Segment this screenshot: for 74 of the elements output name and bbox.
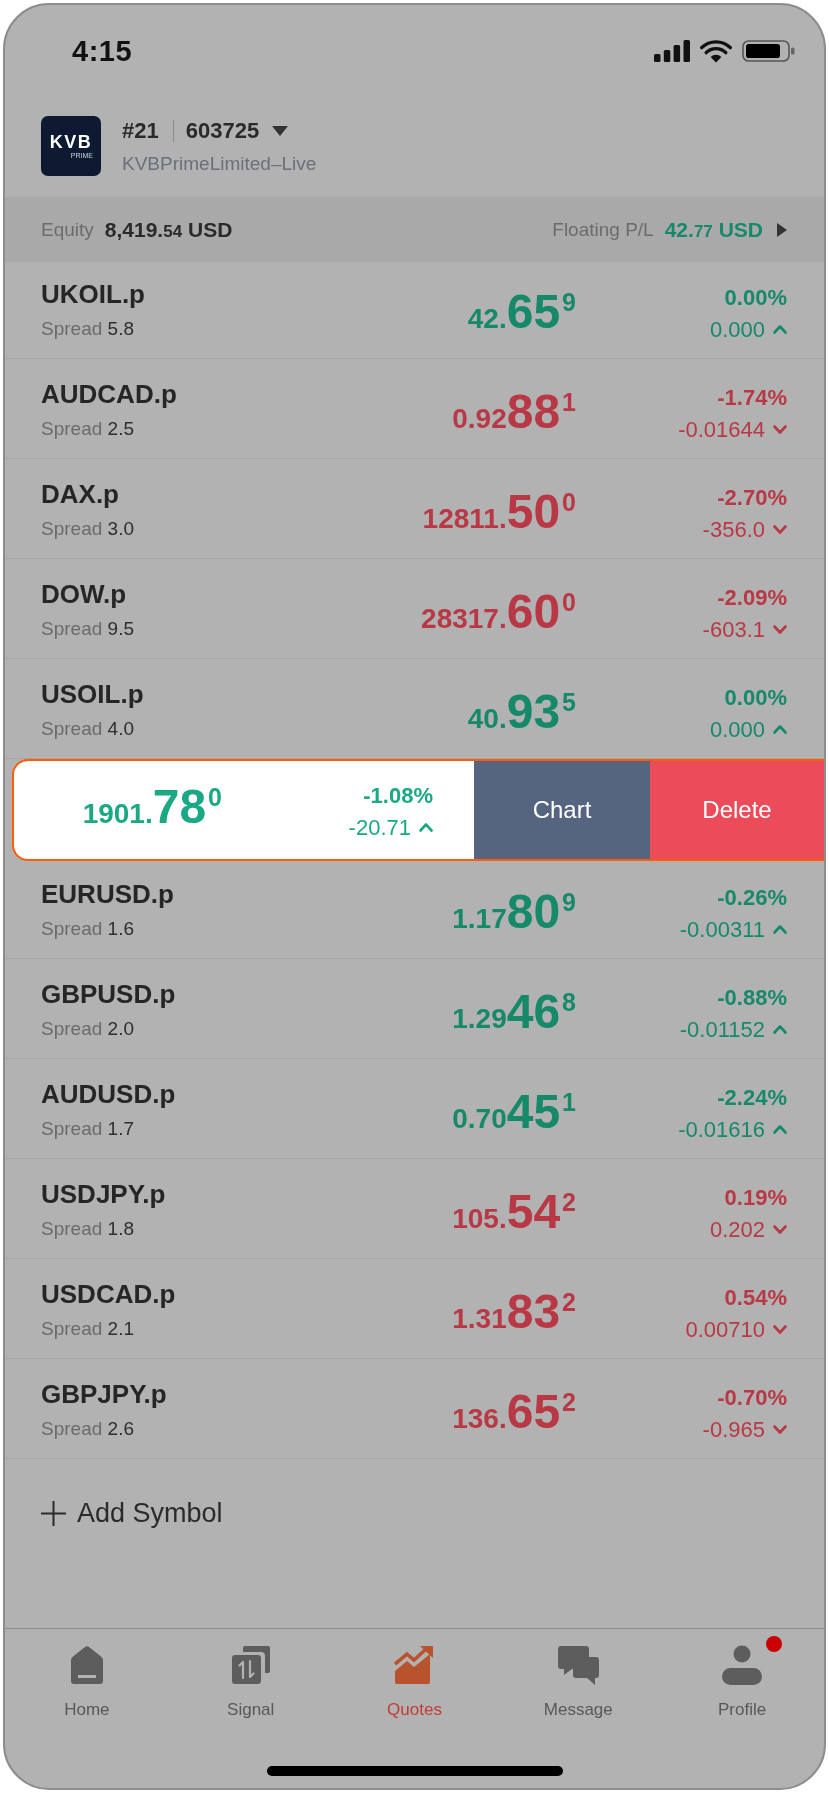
symbol-name: EURUSD.p xyxy=(41,879,174,909)
symbol-name: DAX.p xyxy=(41,479,119,509)
change-percent: 0.00% xyxy=(724,284,787,312)
spread-text: Spread 5.8 xyxy=(41,317,134,341)
chat-bubbles-icon xyxy=(557,1645,599,1685)
change-value: -603.1 xyxy=(702,616,765,644)
floating-pl-value: 42.77 USD xyxy=(664,217,763,242)
spread-text: Spread 2.1 xyxy=(41,1317,134,1341)
chart-button[interactable]: Chart xyxy=(474,761,650,859)
change-percent: 0.00% xyxy=(724,684,787,712)
person-icon xyxy=(722,1645,763,1685)
tab-bar-item[interactable]: Signal xyxy=(219,1645,283,1721)
account-login: 603725 xyxy=(185,117,260,144)
tab-bar-item[interactable]: Home xyxy=(56,1645,118,1721)
change-percent: -0.70% xyxy=(717,1384,787,1412)
symbol-name: DOW.p xyxy=(41,579,127,609)
symbol-name: USDJPY.p xyxy=(41,1179,166,1209)
account-number: #21 xyxy=(122,117,159,144)
symbol-name: USOIL.p xyxy=(41,679,144,709)
area-chart-icon xyxy=(394,1645,435,1685)
change-value: -0.00311 xyxy=(679,916,765,944)
change-percent: -2.70% xyxy=(717,484,787,512)
change-percent: -2.24% xyxy=(717,1084,787,1112)
symbol-name: GBPJPY.p xyxy=(41,1379,167,1409)
server-name: KVBPrimeLimited–Live xyxy=(122,151,317,176)
symbol-name: AUDCAD.p xyxy=(41,379,177,409)
change-percent: -1.74% xyxy=(717,384,787,412)
tab-bar-item[interactable]: Quotes xyxy=(379,1645,450,1721)
change-value: -0.01152 xyxy=(679,1016,765,1044)
spread-text: Spread 2.6 xyxy=(41,1417,134,1441)
change-value: -0.01616 xyxy=(678,1116,765,1144)
change-value: 0.000 xyxy=(709,716,765,744)
change-value: 0.000 xyxy=(709,316,765,344)
logo-wordmark: KVB xyxy=(49,132,93,152)
change-percent: 0.54% xyxy=(724,1284,787,1312)
change-value: -20.71 xyxy=(348,813,411,842)
dropdown-caret-icon[interactable] xyxy=(272,125,289,136)
change-percent: -1.08% xyxy=(363,781,433,810)
change-percent: -2.09% xyxy=(717,584,787,612)
spread-text: Spread 2.5 xyxy=(41,417,134,441)
symbol-name: AUDUSD.p xyxy=(41,1079,176,1109)
overlapping-squares-icon xyxy=(230,1645,271,1685)
tab-bar-item[interactable]: Message xyxy=(535,1645,621,1721)
add-symbol-button[interactable]: Add Symbol xyxy=(41,1495,223,1531)
wifi-icon xyxy=(700,39,732,63)
change-percent: -0.26% xyxy=(717,884,787,912)
spread-text: Spread 3.0 xyxy=(41,517,134,541)
delete-button[interactable]: Delete xyxy=(650,761,824,859)
signal-bars-icon xyxy=(654,40,690,62)
spread-text: Spread 1.6 xyxy=(41,917,134,941)
change-value: 0.00710 xyxy=(685,1316,765,1344)
symbol-name: GBPUSD.p xyxy=(41,979,176,1009)
symbol-name: UKOIL.p xyxy=(41,279,145,309)
change-value: -0.01644 xyxy=(678,416,765,444)
change-percent: -0.88% xyxy=(717,984,787,1012)
status-time: 4:15 xyxy=(72,34,133,68)
plus-icon xyxy=(41,1500,66,1526)
battery-icon xyxy=(742,40,795,62)
floating-pl-label: Floating P/L xyxy=(552,218,654,241)
spread-text: Spread 2.0 xyxy=(41,1017,134,1041)
change-value: 0.202 xyxy=(709,1216,765,1244)
equity-value: 8,419.54 USD xyxy=(104,217,233,242)
triangle-right-icon[interactable] xyxy=(777,222,787,237)
spread-text: Spread 4.0 xyxy=(41,717,134,741)
symbol-name: USDCAD.p xyxy=(41,1279,176,1309)
spread-text: Spread 9.5 xyxy=(41,617,134,641)
change-percent: 0.19% xyxy=(724,1184,787,1212)
tab-bar-item[interactable]: Profile xyxy=(710,1645,775,1721)
change-value: -0.965 xyxy=(702,1416,765,1444)
spread-text: Spread 1.8 xyxy=(41,1217,134,1241)
equity-label: Equity xyxy=(41,218,94,241)
spread-text: Spread 1.7 xyxy=(41,1117,134,1141)
change-value: -356.0 xyxy=(702,516,765,544)
home-icon xyxy=(68,1645,105,1685)
